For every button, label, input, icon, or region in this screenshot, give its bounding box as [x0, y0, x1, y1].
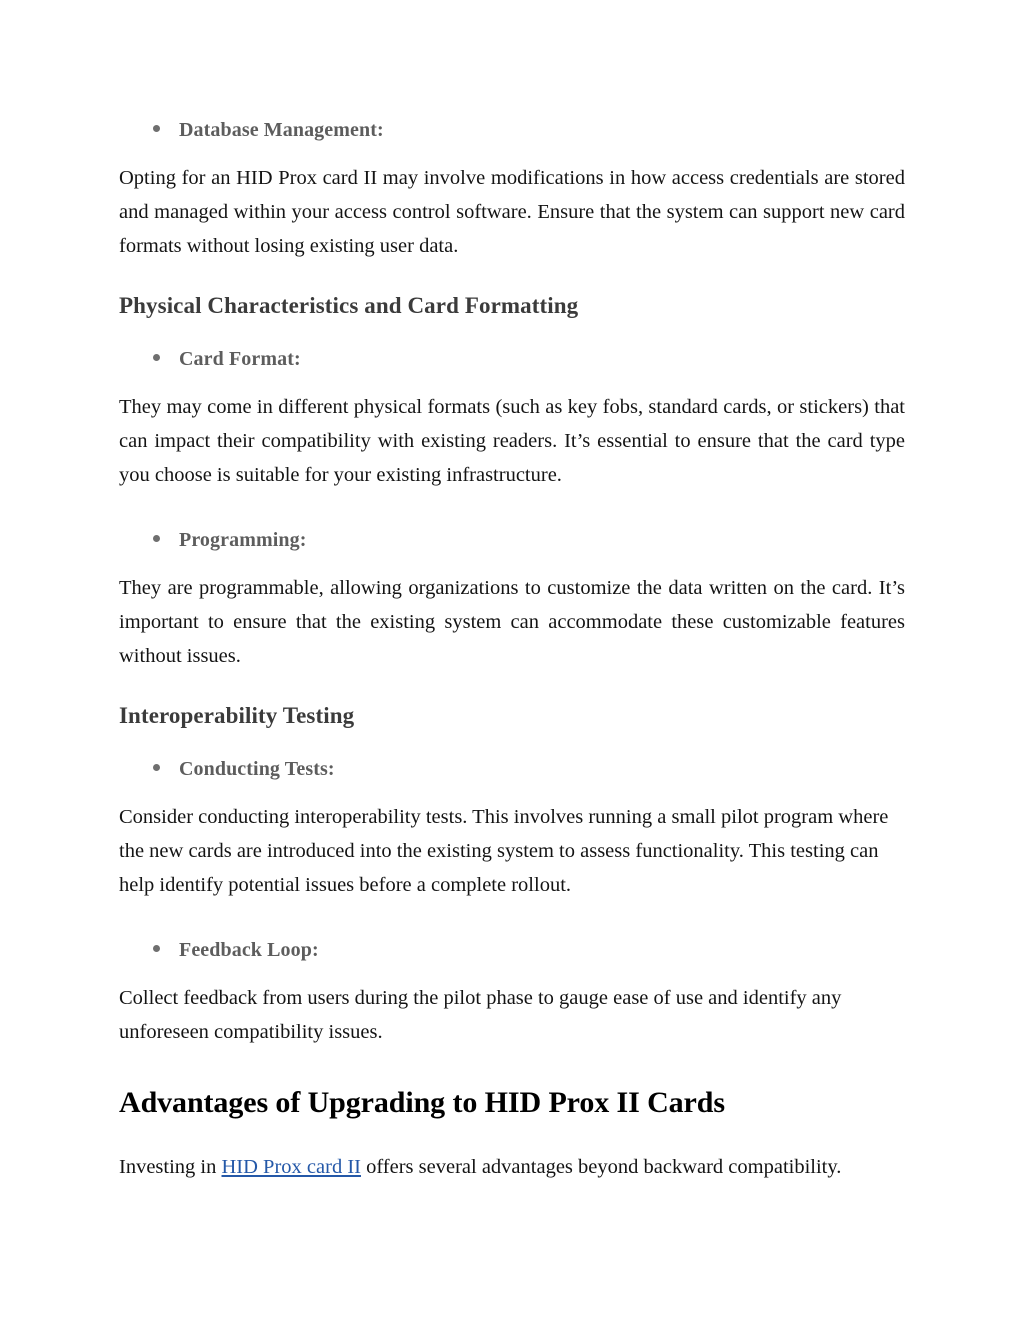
bullet-dot-icon	[153, 125, 160, 132]
list-item-label: Conducting Tests:	[179, 757, 335, 780]
list-item-label: Database Management:	[179, 119, 384, 141]
paragraph-advantages-intro: Investing in HID Prox card II offers sev…	[119, 1150, 905, 1184]
paragraph-database-management: Opting for an HID Prox card II may invol…	[119, 167, 905, 257]
list-item-label: Feedback Loop:	[179, 938, 319, 961]
list-item: Programming:	[119, 528, 905, 553]
paragraph-card-format: They may come in different physical form…	[119, 395, 905, 486]
hid-prox-card-ii-link[interactable]: HID Prox card II	[222, 1156, 361, 1178]
bullet-dot-icon	[153, 534, 160, 542]
bullet-dot-icon	[153, 763, 160, 771]
list-item-label: Programming:	[179, 528, 307, 551]
document-content: Database Management: Opting for an HID P…	[119, 118, 905, 1184]
heading-interoperability-testing: Interoperability Testing	[119, 702, 355, 728]
heading-physical-characteristics: Physical Characteristics and Card Format…	[119, 293, 579, 318]
advantages-intro-suffix: offers several advantages beyond backwar…	[360, 1155, 842, 1178]
list-item: Feedback Loop:	[119, 938, 905, 963]
list-item-label: Card Format:	[179, 347, 301, 370]
paragraph-conducting-tests: Consider conducting interoperability tes…	[119, 805, 889, 896]
heading-advantages: Advantages of Upgrading to HID Prox II C…	[119, 1085, 725, 1119]
bullet-dot-icon	[153, 944, 160, 952]
advantages-intro-prefix: Investing in	[119, 1155, 222, 1178]
bullet-dot-icon	[153, 353, 160, 361]
list-item: Database Management:	[119, 118, 905, 143]
paragraph-feedback-loop: Collect feedback from users during the p…	[119, 986, 842, 1043]
list-item: Card Format:	[119, 347, 905, 372]
paragraph-programming: They are programmable, allowing organiza…	[119, 576, 905, 667]
list-item: Conducting Tests:	[119, 757, 905, 782]
document-page: Database Management: Opting for an HID P…	[0, 0, 1024, 1325]
